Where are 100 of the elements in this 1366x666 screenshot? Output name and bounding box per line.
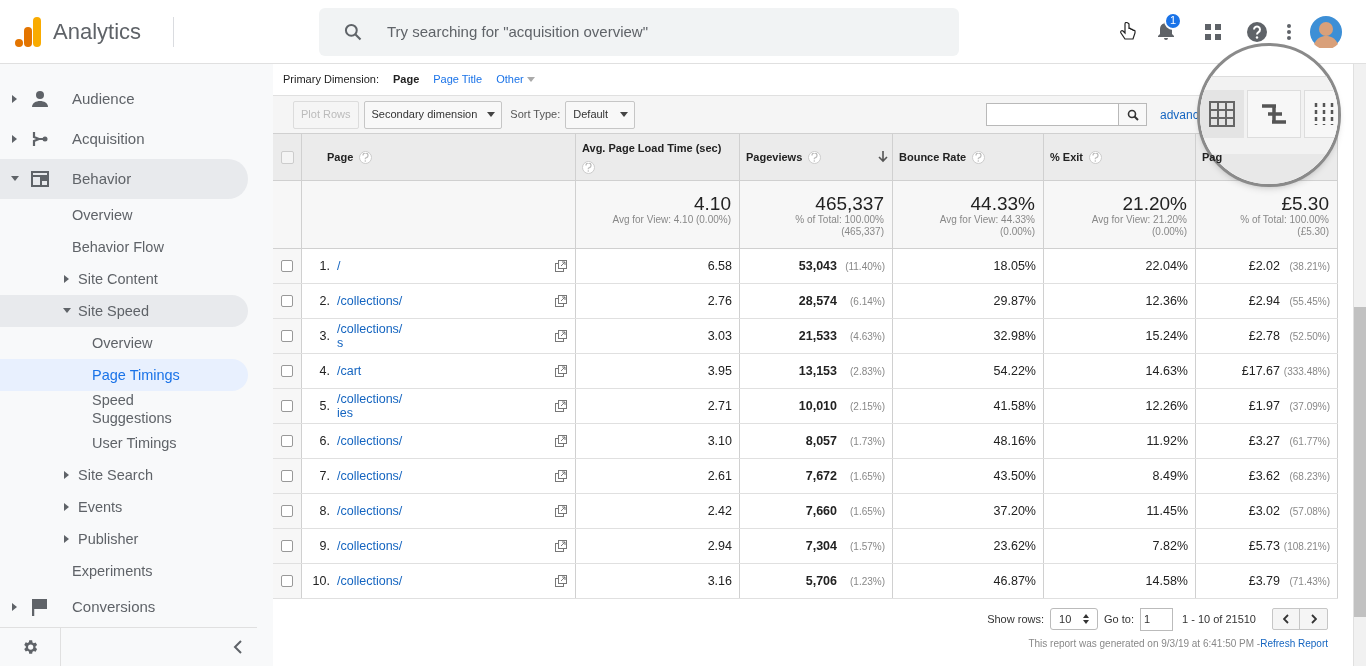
- column-header[interactable]: Page: [327, 148, 354, 166]
- refresh-report-link[interactable]: Refresh Report: [1260, 636, 1328, 651]
- row-checkbox[interactable]: [281, 260, 293, 272]
- pivot-view-button[interactable]: [1247, 90, 1301, 138]
- sidebar-item[interactable]: Overview: [0, 199, 248, 231]
- collapse-icon[interactable]: [233, 640, 243, 654]
- page-link[interactable]: /collections/: [337, 504, 555, 518]
- table-cell-text: 6.58: [707, 257, 732, 275]
- apps-grid-icon[interactable]: [1204, 22, 1222, 41]
- settings-icon[interactable]: [21, 638, 39, 656]
- column-header[interactable]: Pageviews: [746, 148, 803, 166]
- column-header[interactable]: Bounce Rate: [899, 148, 967, 166]
- help-icon[interactable]: [1246, 20, 1268, 43]
- sidebar-item[interactable]: Page Timings: [0, 359, 248, 391]
- summary-note: Avg for View: 4.10 (0.00%): [612, 214, 731, 226]
- open-external-icon[interactable]: [555, 575, 567, 587]
- table-cell-text: £2.78: [1248, 327, 1280, 345]
- row-checkbox[interactable]: [281, 540, 293, 552]
- page-link[interactable]: /collections/: [337, 434, 555, 448]
- open-external-icon[interactable]: [555, 470, 567, 482]
- page-link[interactable]: /collections/: [337, 294, 555, 308]
- summary-value: 465,337: [815, 193, 884, 214]
- dimension-tab[interactable]: Page Title: [433, 71, 483, 88]
- open-external-icon[interactable]: [555, 260, 567, 272]
- sort-descending-icon[interactable]: [878, 151, 888, 163]
- analytics-logo-icon: [15, 16, 41, 47]
- row-checkbox[interactable]: [281, 330, 293, 342]
- table-search-field[interactable]: [986, 103, 1119, 126]
- table-cell-text: £5.73: [1248, 537, 1280, 555]
- column-header[interactable]: % Exit: [1050, 148, 1083, 166]
- search-field[interactable]: Try searching for "acquisition overview": [319, 7, 959, 56]
- page-link[interactable]: /collections/: [337, 469, 555, 483]
- row-checkbox[interactable]: [281, 470, 293, 482]
- sidebar-item[interactable]: Publisher: [0, 523, 248, 555]
- sidebar-item[interactable]: Speed Suggestions: [0, 391, 248, 427]
- summary-note: (£5.30): [1297, 226, 1329, 238]
- sidebar-item[interactable]: Site Search: [0, 459, 248, 491]
- caret-right-icon: [64, 534, 70, 544]
- open-external-icon[interactable]: [555, 505, 567, 517]
- row-checkbox[interactable]: [281, 295, 293, 307]
- sidebar-item[interactable]: Acquisition: [0, 119, 248, 159]
- table-cell-text: 28,574: [798, 292, 837, 310]
- table-cell-text: £17.67: [1241, 362, 1280, 380]
- open-external-icon[interactable]: [555, 400, 567, 412]
- sidebar-item[interactable]: Conversions: [0, 587, 248, 627]
- caret-down-icon: [620, 112, 629, 117]
- page-link[interactable]: /: [337, 259, 555, 273]
- page-link[interactable]: /cart: [337, 364, 555, 378]
- open-external-icon[interactable]: [555, 435, 567, 447]
- page-link[interactable]: /collections/ ies: [337, 392, 555, 420]
- sidebar-item[interactable]: Site Content: [0, 263, 248, 295]
- sort-type-dropdown[interactable]: Default: [565, 100, 636, 129]
- table-cell-text: 11.45%: [1146, 502, 1188, 520]
- summary-value: £5.30: [1281, 193, 1329, 214]
- hand-cursor-icon: [1120, 21, 1136, 42]
- summary-value: 4.10: [694, 193, 731, 214]
- table-cell-text: 29.87%: [993, 292, 1036, 310]
- performance-view-button[interactable]: [1304, 90, 1338, 138]
- page-link[interactable]: /collections/ s: [337, 322, 555, 350]
- dimension-tab[interactable]: Page: [392, 71, 420, 88]
- sidebar-item[interactable]: Experiments: [0, 555, 248, 587]
- rows-per-page-select[interactable]: 10: [1050, 608, 1098, 630]
- table-cell-text: 54.22%: [993, 362, 1036, 380]
- secondary-dimension-dropdown[interactable]: Secondary dimension: [363, 100, 503, 129]
- advanced-link[interactable]: advanc: [1160, 105, 1200, 124]
- go-to-field[interactable]: 1: [1140, 607, 1173, 631]
- search-button[interactable]: [1119, 103, 1147, 126]
- sidebar-item[interactable]: Events: [0, 491, 248, 523]
- sidebar-item[interactable]: User Timings: [0, 427, 248, 459]
- row-checkbox[interactable]: [281, 505, 293, 517]
- table-view-button[interactable]: [1200, 90, 1244, 138]
- scrollbar[interactable]: [1353, 64, 1366, 666]
- sidebar-item[interactable]: Behavior: [0, 159, 248, 199]
- table-cell-text: 2.71: [707, 397, 732, 415]
- avatar[interactable]: [1310, 15, 1342, 48]
- summary-note: % of Total: 100.00%: [1240, 214, 1329, 226]
- open-external-icon[interactable]: [555, 365, 567, 377]
- sidebar-item[interactable]: Audience: [0, 79, 248, 119]
- sidebar-item[interactable]: Behavior Flow: [0, 231, 248, 263]
- percent-share: (52.50%): [1288, 329, 1330, 344]
- row-checkbox[interactable]: [281, 575, 293, 587]
- row-checkbox[interactable]: [281, 400, 293, 412]
- caret-right-icon: [12, 94, 18, 104]
- open-external-icon[interactable]: [555, 330, 567, 342]
- column-header[interactable]: Pag: [1202, 148, 1223, 166]
- open-external-icon[interactable]: [555, 295, 567, 307]
- table-cell-text: 23.62%: [993, 537, 1036, 555]
- page-link[interactable]: /collections/: [337, 574, 555, 588]
- sidebar-item[interactable]: Site Speed: [0, 295, 248, 327]
- row-checkbox[interactable]: [281, 365, 293, 377]
- select-all-checkbox[interactable]: [280, 150, 294, 164]
- open-external-icon[interactable]: [555, 540, 567, 552]
- column-header[interactable]: Avg. Page Load Time (sec): [582, 142, 722, 154]
- dimension-tab[interactable]: Other: [496, 71, 535, 88]
- table-cell-text: £1.97: [1248, 397, 1280, 415]
- page-range: 1 - 10 of 21510: [1182, 611, 1256, 627]
- sidebar-item[interactable]: Overview: [0, 327, 248, 359]
- row-checkbox[interactable]: [281, 435, 293, 447]
- page-link[interactable]: /collections/: [337, 539, 555, 553]
- more-options-icon[interactable]: [1286, 22, 1292, 41]
